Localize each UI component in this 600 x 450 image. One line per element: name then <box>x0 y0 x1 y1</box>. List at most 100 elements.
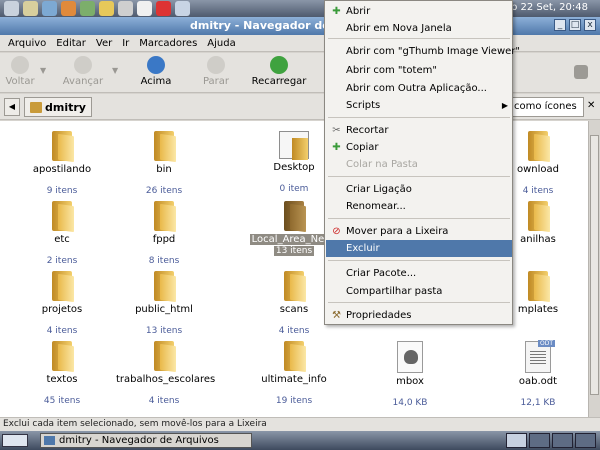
context-menu-item[interactable]: Abrir com Outra Aplicação... <box>326 80 512 97</box>
menu-ver[interactable]: Ver <box>92 38 116 49</box>
firefox-icon[interactable] <box>61 1 76 16</box>
launcher-icon[interactable] <box>137 1 152 16</box>
context-menu-item[interactable]: Colar na Pasta <box>326 156 512 173</box>
close-icon[interactable]: x <box>584 19 596 31</box>
folder-icon <box>152 271 176 301</box>
menu-separator <box>328 302 510 303</box>
folder-icon <box>282 201 306 231</box>
context-menu-item[interactable]: Renomear... <box>326 198 512 215</box>
taskbar-task[interactable]: dmitry - Navegador de Arquivos <box>40 433 252 448</box>
file-item[interactable]: textos 45 itens <box>14 341 110 406</box>
back-label: Voltar <box>5 76 35 87</box>
scrollbar-thumb[interactable] <box>590 135 599 395</box>
file-info: 9 itens <box>46 186 78 196</box>
context-menu-item[interactable]: Abrir em Nova Janela <box>326 20 512 37</box>
context-menu-label: Excluir <box>346 243 380 254</box>
file-item[interactable]: bin 26 itens <box>116 131 212 196</box>
menu-ajuda[interactable]: Ajuda <box>203 38 239 49</box>
context-menu-item[interactable]: ✚ Abrir <box>326 3 512 20</box>
document-icon <box>397 341 423 373</box>
file-item[interactable]: public_html 13 itens <box>116 271 212 336</box>
file-item[interactable]: etc 2 itens <box>14 201 110 266</box>
stop-label: Parar <box>202 76 230 87</box>
file-name: projetos <box>41 304 83 315</box>
context-menu-label: Copiar <box>346 142 379 153</box>
forward-button[interactable]: Avançar <box>60 56 106 87</box>
chevron-down-icon[interactable]: ▼ <box>112 66 118 75</box>
clock[interactable]: b 22 Set, 20:48 <box>511 2 588 13</box>
file-item[interactable]: oab.odt 12,1 KB <box>490 340 586 408</box>
menu-arquivo[interactable]: Arquivo <box>4 38 50 49</box>
workspace-1[interactable] <box>506 433 527 448</box>
copy-icon: ✚ <box>332 142 341 153</box>
folder-icon <box>526 131 550 161</box>
context-menu-item[interactable]: ✂ Recortar <box>326 122 512 139</box>
workspace-4[interactable] <box>575 433 596 448</box>
folder-icon <box>50 271 74 301</box>
scrollbar[interactable] <box>588 121 600 417</box>
launcher-icon[interactable] <box>23 1 38 16</box>
reload-icon <box>270 56 288 74</box>
file-name: bin <box>156 164 172 175</box>
workspace-2[interactable] <box>529 433 550 448</box>
stop-icon <box>207 56 225 74</box>
launcher-icon[interactable] <box>118 1 133 16</box>
gnome-foot-icon[interactable] <box>4 1 19 16</box>
file-item[interactable]: mbox 14,0 KB <box>362 341 458 408</box>
launcher-icon[interactable] <box>80 1 95 16</box>
minimize-icon[interactable]: _ <box>554 19 566 31</box>
context-menu-item[interactable]: Criar Ligação <box>326 181 512 198</box>
close-icon[interactable] <box>156 1 171 16</box>
maximize-icon[interactable]: □ <box>569 19 581 31</box>
file-info: 26 itens <box>145 186 183 196</box>
view-mode-select[interactable]: como ícones <box>511 97 584 117</box>
chevron-down-icon[interactable]: ▼ <box>40 66 46 75</box>
folder-icon <box>282 341 306 371</box>
path-label: dmitry <box>45 100 86 114</box>
folder-icon <box>152 131 176 161</box>
home-folder-icon <box>30 101 42 113</box>
context-menu-item[interactable]: Compartilhar pasta <box>326 283 512 300</box>
up-button[interactable]: Acima <box>136 56 176 87</box>
context-menu-item[interactable]: ⚒ Propriedades <box>326 307 512 324</box>
taskbar-task-label: dmitry - Navegador de Arquivos <box>59 435 219 446</box>
context-menu-item[interactable]: ⊘ Mover para a Lixeira <box>326 223 512 240</box>
reload-button[interactable]: Recarregar <box>250 56 308 87</box>
back-button[interactable]: Voltar <box>4 56 36 87</box>
context-menu-item[interactable]: ✚ Copiar <box>326 139 512 156</box>
menu-ir[interactable]: Ir <box>118 38 133 49</box>
launcher-icon[interactable] <box>175 1 190 16</box>
path-left-arrow-icon[interactable]: ◀ <box>4 98 20 116</box>
file-item[interactable]: apostilando 9 itens <box>14 131 110 196</box>
file-name: textos <box>46 374 78 385</box>
folder-icon <box>526 201 550 231</box>
path-button-home[interactable]: dmitry <box>24 97 92 117</box>
menu-editar[interactable]: Editar <box>52 38 90 49</box>
file-item[interactable]: trabalhos_escolares 4 itens <box>116 341 215 406</box>
launcher-icon[interactable] <box>99 1 114 16</box>
menu-separator <box>328 260 510 261</box>
file-item[interactable]: ultimate_info 19 itens <box>246 341 342 406</box>
context-menu-item[interactable]: Scripts ▶ <box>326 97 512 114</box>
file-info: 2 itens <box>46 256 78 266</box>
throbber-icon <box>574 65 588 79</box>
show-desktop-button[interactable] <box>2 434 28 447</box>
file-info: 14,0 KB <box>392 398 428 408</box>
context-menu-item[interactable]: Excluir <box>326 240 512 257</box>
plus-icon: ✚ <box>332 6 341 17</box>
file-item[interactable]: fppd 8 itens <box>116 201 212 266</box>
workspace-3[interactable] <box>552 433 573 448</box>
context-menu-label: Criar Ligação <box>346 184 412 195</box>
folder-icon <box>526 271 550 301</box>
close-icon[interactable]: ✕ <box>587 100 599 112</box>
menu-marcadores[interactable]: Marcadores <box>135 38 201 49</box>
context-menu-item[interactable]: Abrir com "gThumb Image Viewer" <box>326 43 520 60</box>
context-menu-item[interactable]: Abrir com "totem" <box>326 62 512 79</box>
stop-button[interactable]: Parar <box>198 56 234 87</box>
workspace-switcher[interactable] <box>506 433 596 448</box>
launcher-icon[interactable] <box>42 1 57 16</box>
context-menu-item[interactable]: Criar Pacote... <box>326 265 512 282</box>
file-item[interactable]: projetos 4 itens <box>14 271 110 336</box>
file-info: 4 itens <box>278 326 310 336</box>
status-bar: Exclui cada item selecionado, sem movê-l… <box>0 417 600 431</box>
